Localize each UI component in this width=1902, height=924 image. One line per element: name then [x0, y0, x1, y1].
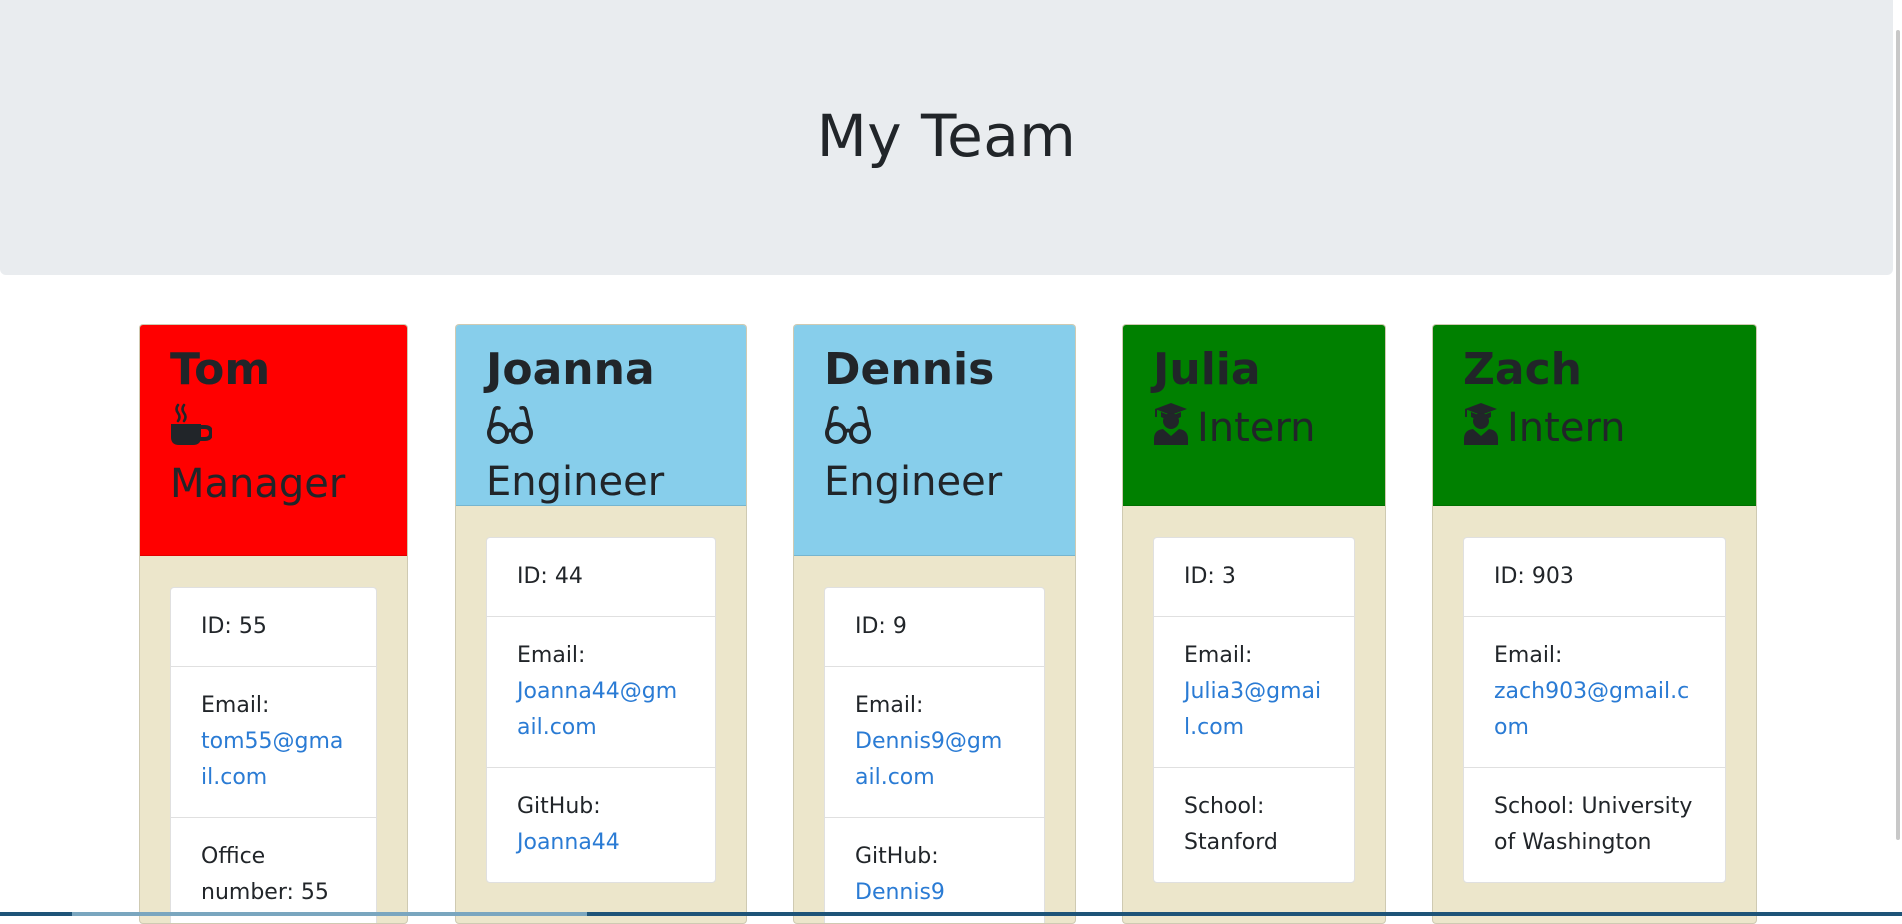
email-link[interactable]: tom55@gmail.com: [201, 729, 343, 790]
glasses-icon: [486, 405, 534, 457]
employee-role: Manager: [170, 403, 378, 509]
employee-card-joanna: Joanna Engineer ID: 44 Email: Joanna44@g…: [455, 324, 747, 924]
page-header: My Team: [0, 0, 1893, 275]
taskbar-strip: [0, 912, 1902, 916]
email-link[interactable]: zach903@gmail.com: [1494, 679, 1689, 740]
card-header: Joanna Engineer: [456, 325, 746, 506]
github-link[interactable]: Joanna44: [517, 830, 620, 855]
employee-school: School: Stanford: [1184, 794, 1278, 855]
employee-github: GitHub: Dennis9: [855, 844, 945, 905]
employee-card-zach: Zach Intern ID: 903 Email: zach903@gmail…: [1432, 324, 1757, 924]
email-link[interactable]: Julia3@gmail.com: [1184, 679, 1321, 740]
employee-name: Tom: [170, 344, 271, 395]
email-link[interactable]: Dennis9@gmail.com: [855, 729, 1002, 790]
office-number: Office number: 55: [201, 844, 329, 905]
card-header: Tom Manager: [140, 325, 407, 556]
card-header: Dennis Engineer: [794, 325, 1075, 556]
github-link[interactable]: Dennis9: [855, 880, 945, 905]
employee-email: Email: tom55@gmail.com: [171, 667, 376, 818]
employee-id: ID: 3: [1154, 538, 1354, 617]
glasses-icon: [824, 405, 872, 457]
employee-github: GitHub: Joanna44: [517, 794, 620, 855]
employee-card-julia: Julia Intern ID: 3 Email: Julia3@gmail.c…: [1122, 324, 1386, 924]
page-title: My Team: [816, 101, 1077, 170]
graduate-icon: [1463, 403, 1499, 457]
employee-school: School: University of Washington: [1494, 794, 1693, 855]
email-link[interactable]: Joanna44@gmail.com: [517, 679, 677, 740]
employee-id: ID: 903: [1464, 538, 1725, 617]
card-header: Julia Intern: [1123, 325, 1385, 506]
employee-role: Engineer: [486, 403, 717, 507]
employee-email: Email: Dennis9@gmail.com: [825, 667, 1044, 818]
employee-role: Intern: [1153, 403, 1356, 457]
employee-name: Zach: [1463, 344, 1583, 395]
employee-name: Julia: [1153, 344, 1261, 395]
info-list: ID: 55 Email: tom55@gmail.com Office num…: [170, 587, 377, 923]
info-list: ID: 9 Email: Dennis9@gmail.com GitHub: D…: [824, 587, 1045, 923]
employee-card-dennis: Dennis Engineer ID: 9 Email: Dennis9@gma…: [793, 324, 1076, 924]
card-header: Zach Intern: [1433, 325, 1756, 506]
employee-name: Joanna: [486, 344, 655, 395]
scrollbar[interactable]: [1896, 30, 1900, 840]
info-list: ID: 3 Email: Julia3@gmail.com School: St…: [1153, 537, 1355, 883]
employee-name: Dennis: [824, 344, 995, 395]
info-list: ID: 44 Email: Joanna44@gmail.com GitHub:…: [486, 537, 716, 883]
employee-role: Intern: [1463, 403, 1727, 457]
employee-email: Email: zach903@gmail.com: [1464, 617, 1725, 768]
info-list: ID: 903 Email: zach903@gmail.com School:…: [1463, 537, 1726, 883]
employee-card-tom: Tom Manager ID: 55 Email: tom55@gmail.co…: [139, 324, 408, 924]
employee-id: ID: 44: [487, 538, 715, 617]
employee-id: ID: 9: [825, 588, 1044, 667]
employee-id: ID: 55: [171, 588, 376, 667]
graduate-icon: [1153, 403, 1189, 457]
employee-role: Engineer: [824, 403, 1046, 507]
coffee-icon: [170, 403, 214, 459]
employee-email: Email: Julia3@gmail.com: [1154, 617, 1354, 768]
employee-email: Email: Joanna44@gmail.com: [487, 617, 715, 768]
